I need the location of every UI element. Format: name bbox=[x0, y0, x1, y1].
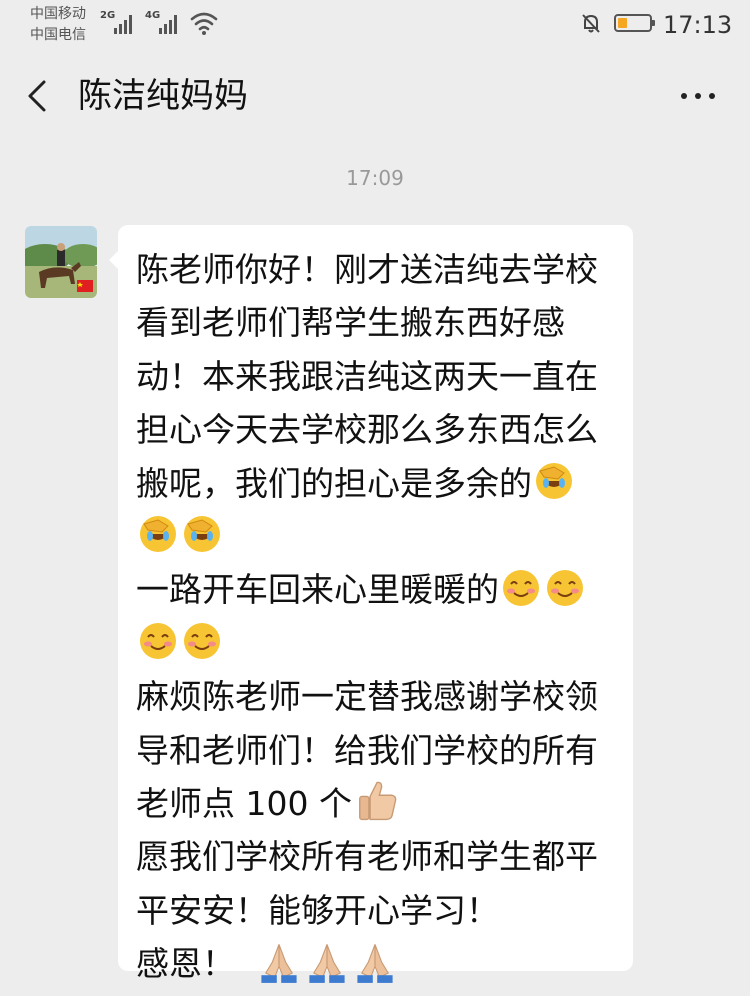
praying-hands-emoji bbox=[357, 943, 393, 983]
message-text: 陈老师你好！刚才送洁纯去学校 看到老师们帮学生搬东西好感 动！本来我跟洁纯这两天… bbox=[136, 243, 626, 990]
blushing-smile-emoji bbox=[184, 623, 220, 660]
network-type-2: 4G bbox=[145, 10, 161, 21]
message-line-with-emoji: 老师点 100 个 bbox=[136, 777, 626, 830]
facepalm-laughing-emoji bbox=[140, 516, 176, 553]
praying-hands-emoji bbox=[309, 943, 345, 983]
avatar[interactable] bbox=[25, 226, 97, 298]
signal-icon bbox=[159, 12, 181, 34]
message-line: 导和老师们！给我们学校的所有 bbox=[136, 730, 598, 770]
notification-muted-icon bbox=[582, 14, 600, 33]
battery-level bbox=[618, 18, 627, 28]
message-line: 麻烦陈老师一定替我感谢学校领 bbox=[136, 677, 598, 717]
message-line: 感恩！ bbox=[136, 944, 235, 984]
blushing-smile-emoji bbox=[503, 569, 539, 606]
network-type-1: 2G bbox=[100, 10, 116, 21]
message-timestamp: 17:09 bbox=[346, 166, 404, 190]
blushing-smile-emoji bbox=[547, 569, 583, 606]
message-bubble[interactable]: 陈老师你好！刚才送洁纯去学校 看到老师们帮学生搬东西好感 动！本来我跟洁纯这两天… bbox=[109, 225, 633, 983]
message-line-with-emoji: 搬呢，我们的担心是多余的 bbox=[136, 457, 626, 510]
battery-icon bbox=[614, 14, 655, 32]
chat-title: 陈洁纯妈妈 bbox=[78, 76, 248, 116]
message-line: 老师点 100 个 bbox=[136, 783, 352, 823]
message-line-with-emoji: 感恩！ bbox=[136, 937, 626, 990]
message-line-with-emoji: 一路开车回来心里暖暖的 bbox=[136, 563, 626, 616]
carrier-2: 中国电信 bbox=[30, 27, 86, 43]
praying-hands-emoji bbox=[261, 943, 297, 983]
message-line: 动！本来我跟洁纯这两天一直在 bbox=[136, 356, 598, 396]
blushing-smile-emoji bbox=[140, 623, 176, 660]
carrier-info: 中国移动 中国电信 bbox=[30, 4, 86, 46]
status-bar: 中国移动 中国电信 2G 4G 17:13 bbox=[0, 0, 750, 52]
ellipsis-icon[interactable] bbox=[678, 80, 718, 112]
message-line: 担心今天去学校那么多东西怎么 bbox=[136, 410, 598, 450]
facepalm-laughing-emoji bbox=[184, 516, 220, 553]
status-time: 17:13 bbox=[663, 11, 733, 39]
thumbs-up-emoji bbox=[359, 782, 397, 821]
message-line: 搬呢，我们的担心是多余的 bbox=[136, 463, 532, 503]
message-line: 看到老师们帮学生搬东西好感 bbox=[136, 303, 565, 343]
carrier-1: 中国移动 bbox=[30, 6, 86, 22]
message-line: 愿我们学校所有老师和学生都平 bbox=[136, 837, 598, 877]
emoji-line bbox=[136, 617, 626, 670]
message-line: 一路开车回来心里暖暖的 bbox=[136, 570, 499, 610]
message-line: 陈老师你好！刚才送洁纯去学校 bbox=[136, 250, 598, 289]
message-line: 平安安！能够开心学习！ bbox=[136, 890, 499, 930]
signal-icon bbox=[114, 12, 136, 34]
emoji-line bbox=[136, 510, 626, 563]
chat-header: 陈洁纯妈妈 bbox=[0, 52, 750, 140]
facepalm-laughing-emoji bbox=[536, 463, 572, 500]
wifi-icon bbox=[190, 12, 218, 35]
chevron-left-icon[interactable] bbox=[20, 76, 60, 116]
